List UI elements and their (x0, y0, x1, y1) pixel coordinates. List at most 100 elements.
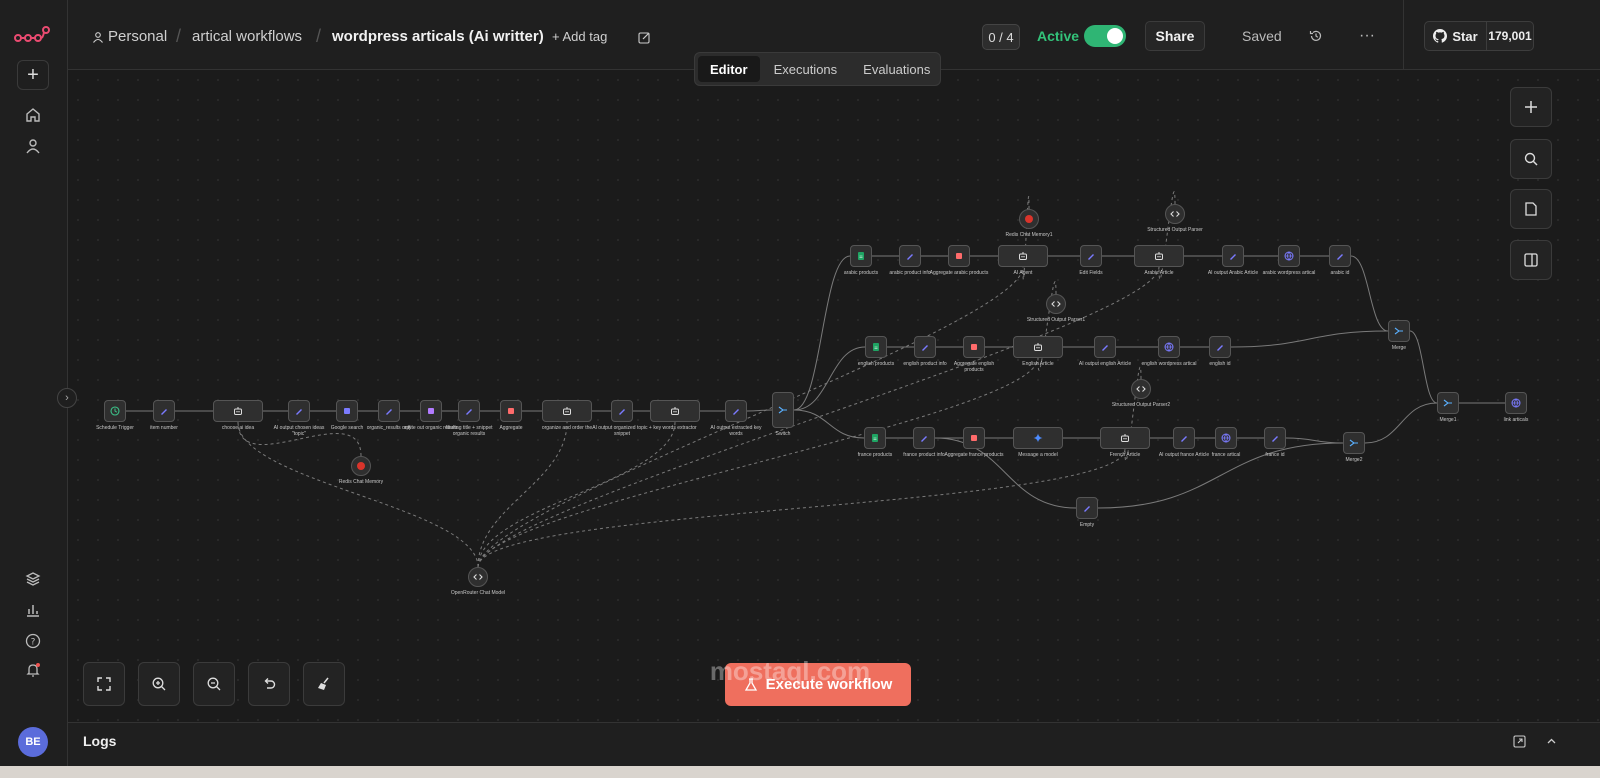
node-label: link articals (1503, 417, 1529, 423)
add-node-button[interactable] (1510, 87, 1552, 127)
robot-icon (1034, 343, 1042, 351)
workflow-node[interactable] (650, 400, 700, 422)
workflow-node[interactable] (458, 400, 480, 422)
workflow-node[interactable] (899, 245, 921, 267)
edit-description-icon[interactable] (631, 24, 657, 50)
workflow-canvas[interactable]: Schedule Trigger item number choose ai ide… (68, 70, 1600, 722)
workflow-node[interactable] (213, 400, 263, 422)
popout-icon[interactable] (1510, 732, 1528, 750)
workflow-node[interactable] (500, 400, 522, 422)
execute-workflow-button[interactable]: Execute workflow (725, 663, 911, 706)
workflow-node[interactable] (1388, 320, 1410, 342)
workflow-node[interactable] (351, 456, 371, 476)
workflow-node[interactable] (865, 336, 887, 358)
zoom-out-button[interactable] (193, 662, 235, 706)
active-toggle[interactable] (1084, 25, 1126, 47)
workflow-node[interactable] (1046, 294, 1066, 314)
workflow-node[interactable] (104, 400, 126, 422)
workflow-node[interactable] (1505, 392, 1527, 414)
tidy-up-button[interactable] (303, 662, 345, 706)
redis-icon (1025, 215, 1033, 223)
undo-button[interactable] (248, 662, 290, 706)
node-label: Merge2 (1345, 457, 1363, 463)
header-divider (1403, 0, 1404, 70)
workflow-node[interactable] (1094, 336, 1116, 358)
workflow-node[interactable] (1173, 427, 1195, 449)
workflow-node[interactable] (963, 336, 985, 358)
node-label: Aggregate (499, 425, 523, 431)
workflow-node[interactable] (913, 427, 935, 449)
share-button[interactable]: Share (1145, 21, 1205, 51)
fit-view-icon (97, 677, 111, 691)
workflow-node[interactable] (772, 392, 794, 428)
flask-icon (744, 677, 757, 691)
templates-icon[interactable] (22, 568, 44, 590)
user-icon[interactable] (22, 135, 44, 157)
workflow-node[interactable] (1080, 245, 1102, 267)
user-avatar[interactable]: BE (18, 727, 48, 757)
workflow-node[interactable] (1019, 209, 1039, 229)
breadcrumb-folder[interactable]: artical workflows (192, 28, 302, 45)
workflow-node[interactable] (1209, 336, 1231, 358)
history-icon[interactable] (1304, 24, 1328, 48)
n8n-logo[interactable] (14, 24, 50, 46)
insights-icon[interactable] (22, 599, 44, 621)
workflow-node[interactable] (1165, 204, 1185, 224)
add-tag-button[interactable]: + Add tag (552, 29, 607, 44)
workflow-node[interactable] (1222, 245, 1244, 267)
workflow-node[interactable] (1215, 427, 1237, 449)
workflow-name[interactable]: wordpress articals (Ai writter) (332, 28, 544, 45)
toggle-panel-button[interactable] (1510, 240, 1552, 280)
tab-evaluations[interactable]: Evaluations (851, 56, 942, 82)
tab-editor[interactable]: Editor (698, 56, 760, 82)
chevron-up-icon[interactable] (1542, 732, 1560, 750)
workflow-node[interactable] (420, 400, 442, 422)
merge-icon (1443, 399, 1452, 407)
workflow-node[interactable] (1329, 245, 1351, 267)
aggregate-icon (508, 408, 514, 414)
more-options-icon[interactable]: ··· (1355, 24, 1379, 48)
workflow-node[interactable] (1013, 427, 1063, 449)
home-icon[interactable] (22, 104, 44, 126)
evaluation-counter: 0 / 4 (982, 24, 1020, 50)
workflow-node[interactable] (1131, 379, 1151, 399)
notifications-bell-icon[interactable] (22, 659, 44, 681)
workflow-node[interactable] (725, 400, 747, 422)
workflow-node[interactable] (1076, 497, 1098, 519)
workflow-node[interactable] (963, 427, 985, 449)
tab-executions[interactable]: Executions (762, 56, 850, 82)
workflow-node[interactable] (1100, 427, 1150, 449)
connection-line (1350, 255, 1389, 332)
zoom-in-button[interactable] (138, 662, 180, 706)
sidebar-expand-button[interactable]: › (57, 388, 77, 408)
workflow-node[interactable] (1158, 336, 1180, 358)
pen-icon (466, 409, 472, 415)
create-new-button[interactable]: + (17, 60, 49, 90)
workflow-node[interactable] (914, 336, 936, 358)
workflow-node[interactable] (998, 245, 1048, 267)
workflow-node[interactable] (1437, 392, 1459, 414)
sticky-note-button[interactable] (1510, 189, 1552, 229)
workflow-node[interactable] (336, 400, 358, 422)
workflow-node[interactable] (542, 400, 592, 422)
breadcrumb-project[interactable]: Personal (108, 28, 167, 45)
workflow-node[interactable] (1264, 427, 1286, 449)
github-star-button[interactable]: Star 179,001 (1424, 21, 1534, 51)
workflow-node[interactable] (1278, 245, 1300, 267)
workflow-node[interactable] (850, 245, 872, 267)
workflow-node[interactable] (153, 400, 175, 422)
node-label: Redis Chat Memory (338, 479, 384, 485)
fit-view-button[interactable] (83, 662, 125, 706)
workflow-node[interactable] (948, 245, 970, 267)
workflow-node[interactable] (468, 567, 488, 587)
help-icon[interactable]: ? (22, 630, 44, 652)
pen-icon (161, 409, 167, 415)
workflow-node[interactable] (1013, 336, 1063, 358)
search-nodes-button[interactable] (1510, 139, 1552, 179)
workflow-node[interactable] (611, 400, 633, 422)
workflow-node[interactable] (1134, 245, 1184, 267)
workflow-node[interactable] (288, 400, 310, 422)
workflow-node[interactable] (864, 427, 886, 449)
workflow-node[interactable] (378, 400, 400, 422)
workflow-node[interactable] (1343, 432, 1365, 454)
